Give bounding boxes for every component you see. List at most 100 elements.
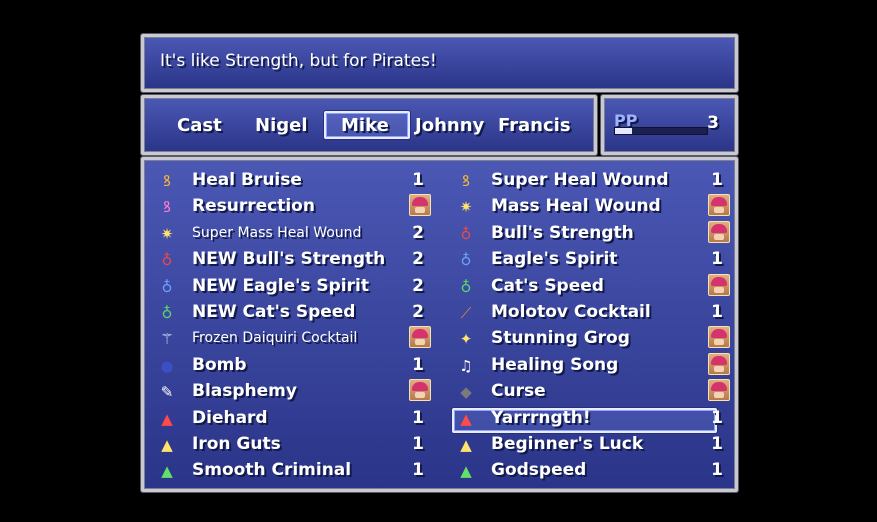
skill-row[interactable]: ꝸ Resurrection [156, 194, 431, 220]
skill-row[interactable]: ♁ NEW Bull's Strength 2 [156, 247, 425, 273]
cri-up-icon: ▲ [460, 436, 472, 454]
blue-potion-icon: ♁ [460, 251, 472, 270]
cast-command[interactable]: Cast [177, 115, 222, 136]
skill-name: Super Mass Heal Wound [192, 224, 362, 241]
member-francis[interactable]: Francis [498, 115, 571, 136]
character-portrait-icon [409, 194, 431, 217]
skill-row[interactable]: ✷ Super Mass Heal Wound 2 [156, 221, 424, 247]
skill-name: Heal Bruise [192, 170, 302, 190]
skill-row[interactable]: ▲ Beginner's Luck 1 [455, 432, 723, 458]
green-potion-icon: ♁ [460, 277, 472, 296]
res-up-icon: ▲ [161, 436, 173, 454]
skill-row[interactable]: ▲ Iron Guts 1 [156, 432, 424, 458]
spd-up-icon: ▲ [460, 462, 472, 481]
skill-row[interactable]: ♫ Healing Song [455, 352, 730, 379]
skill-row[interactable]: ♁ Cat's Speed [455, 273, 730, 300]
skill-row[interactable]: ▲ Godspeed 1 [455, 458, 723, 484]
molotov-icon: ⟋ [460, 304, 472, 322]
skill-name: Resurrection [192, 196, 315, 217]
orange-swirl-icon: ꝸ [462, 172, 470, 190]
character-portrait-icon [708, 273, 730, 296]
skill-row[interactable]: ▲ Diehard 1 [156, 406, 424, 432]
skill-row[interactable]: ⟋ Molotov Cocktail 1 [455, 300, 723, 326]
pink-swirl-icon: ꝸ [163, 198, 171, 217]
skill-name: NEW Eagle's Spirit [192, 275, 369, 296]
skill-cost: 1 [711, 302, 723, 322]
skill-row[interactable]: ⚚ Frozen Daiquiri Cocktail [156, 326, 431, 352]
skill-name: Stunning Grog [491, 328, 630, 349]
skill-name: Super Heal Wound [491, 170, 669, 190]
skill-name: NEW Cat's Speed [192, 302, 356, 322]
pp-value: 3 [707, 113, 719, 133]
stars-icon: ✦ [459, 330, 473, 349]
skill-name: Molotov Cocktail [491, 302, 651, 322]
skill-row[interactable]: ✎ Blasphemy [156, 379, 431, 405]
skill-cost: 1 [412, 407, 424, 428]
skill-row[interactable]: ✦ Stunning Grog [455, 326, 730, 352]
skill-cost: 2 [412, 222, 424, 243]
skill-row[interactable]: ♁ NEW Eagle's Spirit 2 [156, 274, 425, 300]
skill-row[interactable]: ▲ Smooth Criminal 1 [156, 458, 424, 484]
skill-row[interactable]: ◆ Curse [455, 379, 730, 405]
green-potion-icon: ♁ [161, 304, 173, 322]
character-portrait-icon [708, 379, 730, 402]
skill-name: Eagle's Spirit [491, 249, 618, 270]
character-portrait-icon [409, 379, 431, 402]
skill-name: Cat's Speed [491, 275, 604, 296]
dark-orb-icon: ◆ [460, 383, 472, 402]
skill-name: NEW Bull's Strength [192, 249, 386, 270]
skill-row[interactable]: ♁ NEW Cat's Speed 2 [156, 300, 425, 326]
red-potion-icon: ♁ [460, 224, 472, 243]
speech-symbols-icon: ✎ [160, 383, 174, 402]
character-portrait-icon [708, 352, 730, 375]
cocktail-icon: ⚚ [160, 330, 174, 349]
skill-row[interactable]: ● Bomb 1 [156, 353, 424, 379]
eva-up-icon: ▲ [161, 462, 173, 481]
skill-cost: 1 [412, 354, 424, 375]
help-text: It's like Strength, but for Pirates! [160, 51, 437, 71]
skill-cost: 1 [711, 249, 723, 270]
pp-window: PP 3 [601, 95, 738, 155]
pp-gauge-fill [615, 128, 632, 134]
skill-name: Curse [491, 381, 546, 402]
skill-name: Beginner's Luck [491, 434, 644, 454]
skill-cost: 1 [711, 434, 723, 454]
hp-up-icon: ▲ [161, 409, 173, 428]
skill-name: Godspeed [491, 460, 587, 481]
skill-name: Smooth Criminal [192, 460, 352, 481]
party-window: Cast Nigel Mike Johnny Francis [141, 95, 597, 155]
music-note-icon: ♫ [459, 356, 473, 375]
skill-name: Bomb [192, 354, 247, 375]
member-johnny[interactable]: Johnny [415, 115, 484, 136]
str-up-icon: ▲ [460, 409, 472, 428]
skill-cost: 2 [412, 302, 424, 322]
skill-cost: 1 [711, 407, 723, 428]
skill-row[interactable]: ♁ Eagle's Spirit 1 [455, 247, 724, 273]
skill-name: Blasphemy [192, 381, 297, 402]
help-window: It's like Strength, but for Pirates! [141, 34, 738, 92]
skill-row[interactable]: ▲ Yarrrngth! 1 [455, 406, 723, 432]
orange-swirl-icon: ꝸ [163, 172, 171, 190]
sparkle-cluster-icon: ✷ [160, 224, 174, 243]
skill-row[interactable]: ♁ Bull's Strength [455, 220, 730, 247]
sparkle-cluster-icon: ✷ [459, 198, 473, 217]
skill-name: Frozen Daiquiri Cocktail [192, 330, 358, 347]
skill-cost: 1 [412, 170, 424, 190]
skill-cost: 1 [412, 434, 424, 454]
character-portrait-icon [409, 326, 431, 349]
skill-row[interactable]: ✷ Mass Heal Wound [455, 194, 730, 220]
character-portrait-icon [708, 220, 730, 243]
member-nigel[interactable]: Nigel [255, 115, 308, 136]
pp-gauge [614, 127, 708, 135]
skill-name: Bull's Strength [491, 222, 634, 243]
skill-name: Mass Heal Wound [491, 196, 661, 217]
bomb-icon: ● [160, 356, 174, 375]
skill-name: Yarrrngth! [491, 407, 591, 428]
blue-potion-icon: ♁ [161, 277, 173, 296]
skill-row[interactable]: ꝸ Super Heal Wound 1 [455, 168, 723, 194]
skill-name: Healing Song [491, 354, 619, 375]
skill-row[interactable]: ꝸ Heal Bruise 1 [156, 168, 424, 194]
skill-name: Iron Guts [192, 434, 281, 454]
skill-name: Diehard [192, 407, 268, 428]
member-mike[interactable]: Mike [341, 115, 389, 136]
